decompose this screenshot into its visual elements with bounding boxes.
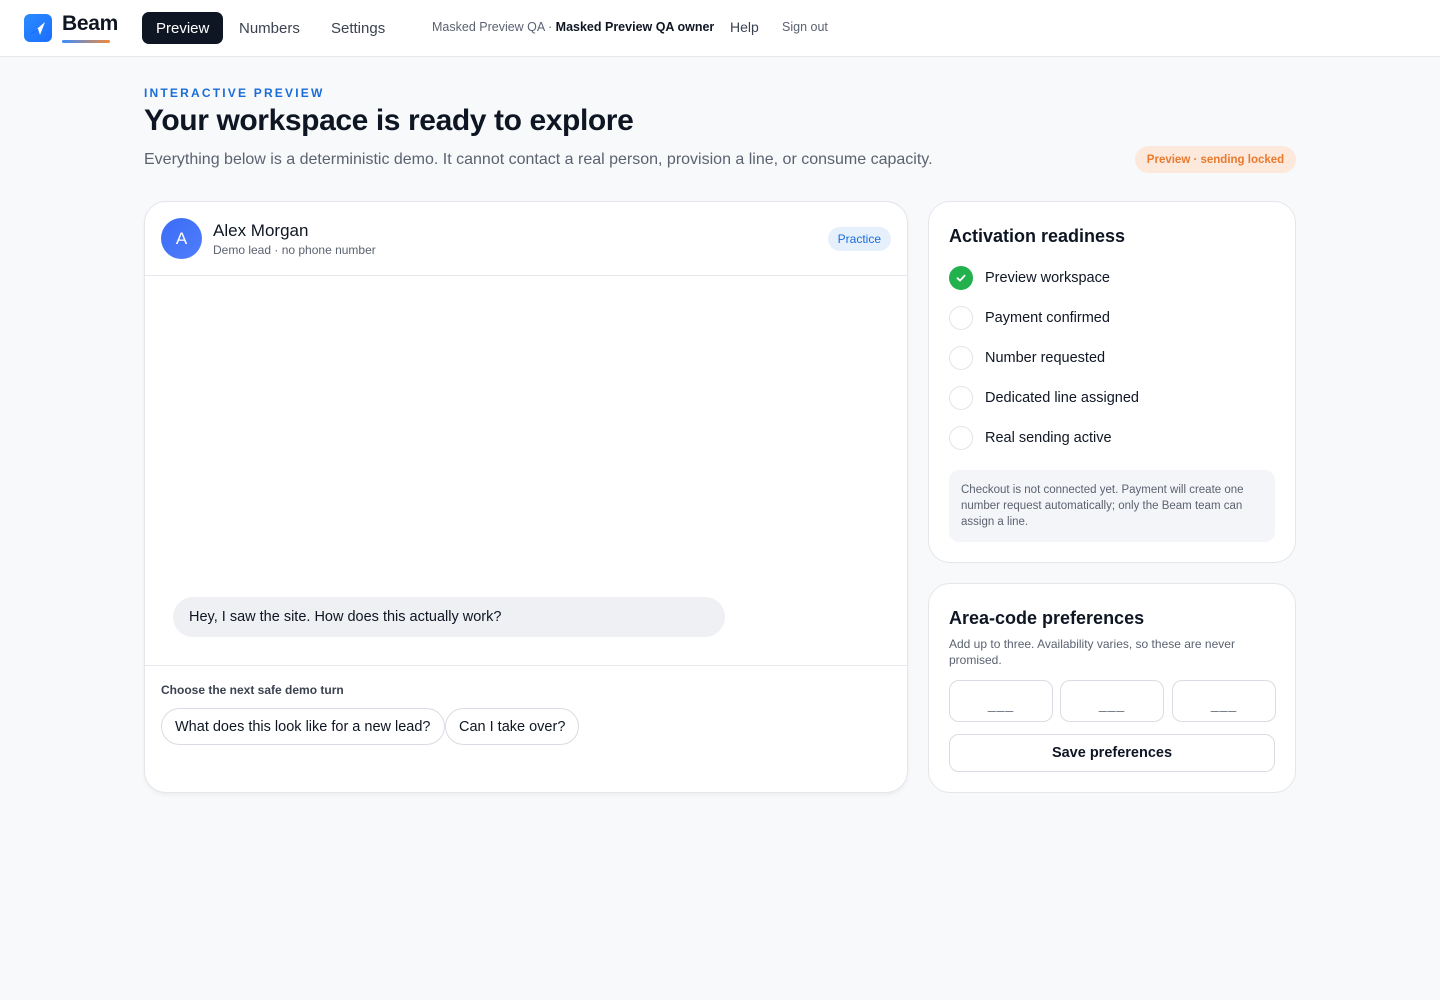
readiness-item-real-sending: Real sending active (949, 426, 1112, 450)
next-turn-panel: Choose the next safe demo turn What does… (145, 665, 907, 792)
check-icon (949, 266, 973, 290)
save-preferences-button[interactable]: Save preferences (949, 734, 1275, 772)
workspace-separator: · (544, 20, 556, 34)
paper-plane-icon[interactable] (24, 14, 52, 42)
choice-new-lead-button[interactable]: What does this look like for a new lead? (161, 708, 445, 745)
readiness-item-label: Preview workspace (985, 270, 1110, 286)
empty-circle-icon (949, 426, 973, 450)
area-code-input-3[interactable] (1172, 680, 1276, 722)
workspace-name: Masked Preview QA (432, 20, 545, 34)
area-code-input-1[interactable] (949, 680, 1053, 722)
conversation-card: A Alex Morgan Demo lead · no phone numbe… (144, 201, 908, 793)
contact-name: Alex Morgan (213, 221, 309, 240)
area-code-description: Add up to three. Availability varies, so… (949, 637, 1235, 667)
next-turn-label: Choose the next safe demo turn (161, 683, 344, 697)
readiness-item-dedicated-line: Dedicated line assigned (949, 386, 1139, 410)
incoming-message: Hey, I saw the site. How does this actua… (173, 597, 725, 637)
checkout-note: Checkout is not connected yet. Payment w… (949, 470, 1275, 542)
area-code-preferences-card: Area-code preferences Add up to three. A… (928, 583, 1296, 793)
page-subtitle: Everything below is a deterministic demo… (144, 151, 933, 168)
choice-take-over-button[interactable]: Can I take over? (445, 708, 580, 745)
readiness-item-label: Dedicated line assigned (985, 390, 1139, 406)
readiness-item-label: Number requested (985, 350, 1106, 366)
tab-numbers[interactable]: Numbers (239, 12, 300, 44)
empty-circle-icon (949, 306, 973, 330)
area-code-title: Area-code preferences (949, 608, 1145, 628)
readiness-item-payment-confirmed: Payment confirmed (949, 306, 1110, 330)
conversation-header: A Alex Morgan Demo lead · no phone numbe… (145, 202, 907, 276)
readiness-item-label: Real sending active (985, 430, 1112, 446)
avatar: A (161, 218, 202, 259)
tab-preview[interactable]: Preview (142, 12, 224, 44)
tab-settings[interactable]: Settings (331, 12, 385, 44)
brand-underline (62, 40, 110, 43)
brand-name[interactable]: Beam (62, 12, 118, 36)
help-link[interactable]: Help (730, 19, 759, 35)
empty-circle-icon (949, 346, 973, 370)
practice-badge: Practice (827, 227, 891, 251)
workspace-role: Masked Preview QA owner (555, 20, 715, 34)
contact-subtitle: Demo lead · no phone number (213, 243, 376, 257)
readiness-item-preview-workspace: Preview workspace (949, 266, 1110, 290)
empty-circle-icon (949, 386, 973, 410)
readiness-item-label: Payment confirmed (985, 310, 1110, 326)
page-eyebrow: INTERACTIVE PREVIEW (144, 86, 325, 100)
workspace-identity: Masked Preview QA · Masked Preview QA ow… (432, 20, 714, 34)
status-badge: Preview · sending locked (1135, 146, 1296, 173)
area-code-input-2[interactable] (1060, 680, 1164, 722)
readiness-item-number-requested: Number requested (949, 346, 1105, 370)
activation-readiness-card: Activation readiness Preview workspace P… (928, 201, 1296, 563)
page-title: Your workspace is ready to explore (144, 104, 634, 137)
readiness-title: Activation readiness (949, 226, 1126, 246)
sign-out-link[interactable]: Sign out (782, 20, 828, 34)
top-nav-bar: Beam Preview Numbers Settings Masked Pre… (0, 0, 1440, 57)
